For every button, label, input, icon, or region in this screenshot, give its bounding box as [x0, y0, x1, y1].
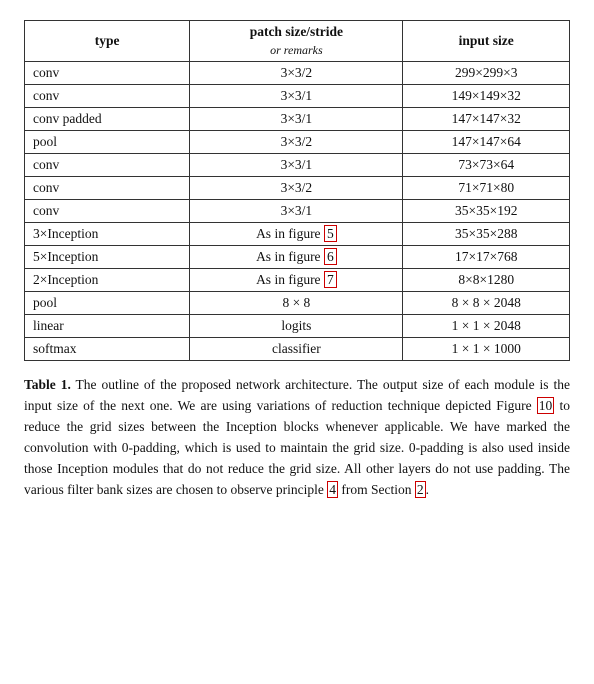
table-row: conv3×3/173×73×64 [25, 154, 570, 177]
cell-type: conv padded [25, 108, 190, 131]
cell-input: 147×147×64 [403, 131, 570, 154]
col-patch-header-bottom: or remarks [190, 43, 403, 62]
cell-type: linear [25, 315, 190, 338]
col-patch-header-top: patch size/stride [190, 21, 403, 44]
caption-text1: The outline of the proposed network arch… [24, 377, 570, 413]
cell-input: 35×35×288 [403, 223, 570, 246]
cell-type: conv [25, 62, 190, 85]
cell-patch: As in figure 6 [190, 246, 403, 269]
cell-patch: 3×3/2 [190, 177, 403, 200]
cell-input: 149×149×32 [403, 85, 570, 108]
cell-patch: logits [190, 315, 403, 338]
cell-input: 17×17×768 [403, 246, 570, 269]
cell-type: 5×Inception [25, 246, 190, 269]
caption-label: Table 1. [24, 377, 71, 392]
cell-type: 2×Inception [25, 269, 190, 292]
table-row: conv3×3/135×35×192 [25, 200, 570, 223]
cell-patch: As in figure 5 [190, 223, 403, 246]
table-row: conv padded3×3/1147×147×32 [25, 108, 570, 131]
cell-patch: 3×3/1 [190, 200, 403, 223]
col-input-header: input size [403, 21, 570, 62]
caption-text3: from Section [338, 482, 415, 497]
table-row: softmaxclassifier1 × 1 × 1000 [25, 338, 570, 361]
caption-link3[interactable]: 2 [415, 481, 426, 498]
cell-input: 147×147×32 [403, 108, 570, 131]
table-caption: Table 1. The outline of the proposed net… [24, 375, 570, 501]
figure-link[interactable]: 5 [324, 225, 337, 242]
table-row: 2×InceptionAs in figure 78×8×1280 [25, 269, 570, 292]
caption-link1[interactable]: 10 [537, 397, 555, 414]
cell-patch: As in figure 7 [190, 269, 403, 292]
cell-input: 8 × 8 × 2048 [403, 292, 570, 315]
cell-patch: 3×3/1 [190, 108, 403, 131]
table-row: conv3×3/2299×299×3 [25, 62, 570, 85]
table-row: linearlogits1 × 1 × 2048 [25, 315, 570, 338]
table-row: conv3×3/271×71×80 [25, 177, 570, 200]
col-type-header: type [25, 21, 190, 62]
architecture-table: type patch size/stride input size or rem… [24, 20, 570, 361]
table-row: pool8 × 88 × 8 × 2048 [25, 292, 570, 315]
cell-input: 1 × 1 × 1000 [403, 338, 570, 361]
cell-type: pool [25, 131, 190, 154]
cell-type: conv [25, 154, 190, 177]
cell-patch: 8 × 8 [190, 292, 403, 315]
caption-text4: . [426, 482, 429, 497]
cell-patch: 3×3/2 [190, 131, 403, 154]
table-row: pool3×3/2147×147×64 [25, 131, 570, 154]
cell-type: conv [25, 85, 190, 108]
figure-link[interactable]: 7 [324, 271, 337, 288]
cell-input: 73×73×64 [403, 154, 570, 177]
cell-type: pool [25, 292, 190, 315]
caption-link2[interactable]: 4 [327, 481, 338, 498]
cell-input: 1 × 1 × 2048 [403, 315, 570, 338]
cell-type: conv [25, 200, 190, 223]
figure-link[interactable]: 6 [324, 248, 337, 265]
table-row: 3×InceptionAs in figure 535×35×288 [25, 223, 570, 246]
cell-input: 35×35×192 [403, 200, 570, 223]
cell-input: 299×299×3 [403, 62, 570, 85]
table-row: conv3×3/1149×149×32 [25, 85, 570, 108]
cell-type: softmax [25, 338, 190, 361]
cell-input: 71×71×80 [403, 177, 570, 200]
cell-patch: 3×3/2 [190, 62, 403, 85]
table-row: 5×InceptionAs in figure 617×17×768 [25, 246, 570, 269]
cell-patch: 3×3/1 [190, 85, 403, 108]
cell-patch: 3×3/1 [190, 154, 403, 177]
cell-type: 3×Inception [25, 223, 190, 246]
cell-patch: classifier [190, 338, 403, 361]
cell-input: 8×8×1280 [403, 269, 570, 292]
cell-type: conv [25, 177, 190, 200]
